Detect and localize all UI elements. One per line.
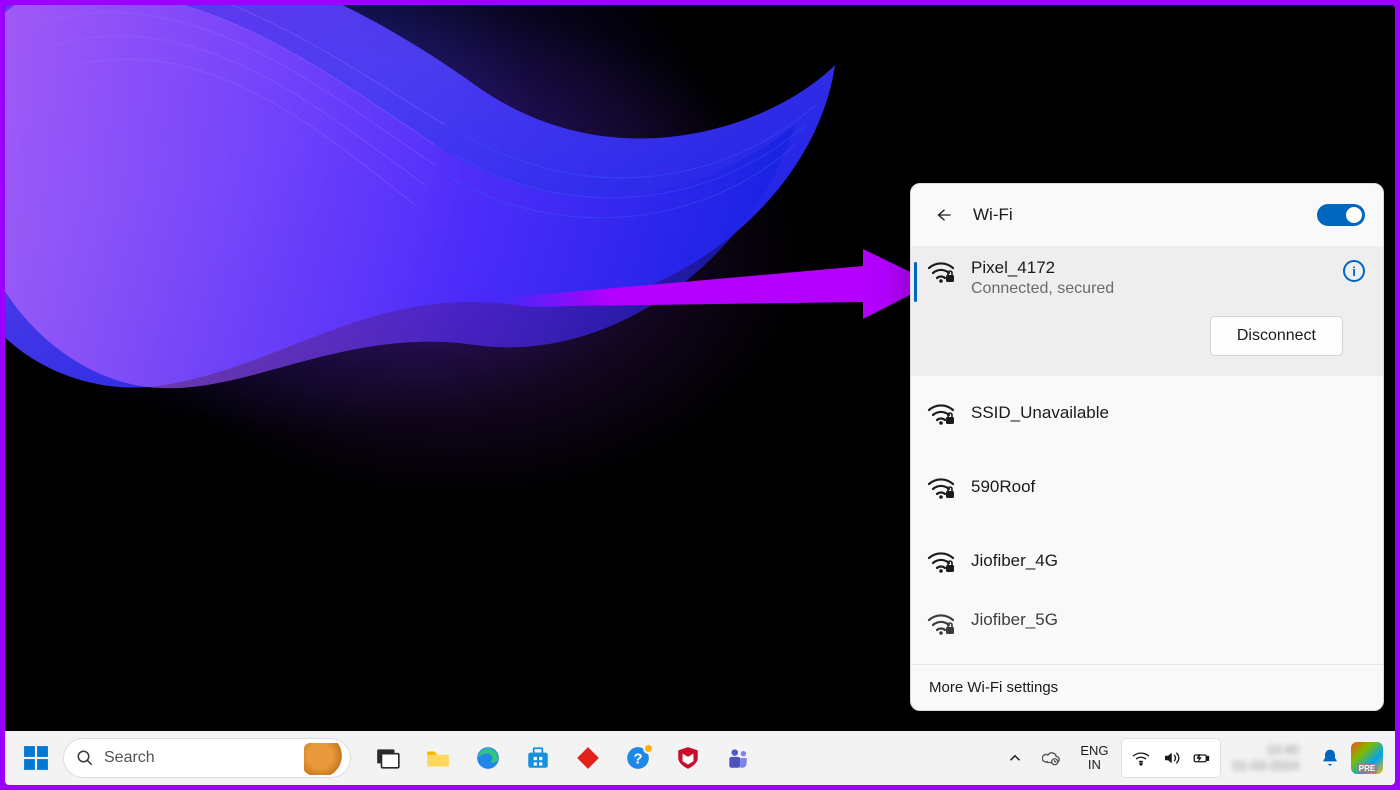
network-name: 590Roof [971, 477, 1365, 497]
wifi-network-item[interactable]: Jiofiber_4G [911, 524, 1383, 598]
app-button-red[interactable] [565, 738, 611, 778]
start-button[interactable] [13, 738, 59, 778]
file-explorer-button[interactable] [415, 738, 461, 778]
wifi-panel-title: Wi-Fi [973, 205, 1013, 225]
taskbar-search[interactable]: Search [63, 738, 351, 778]
windows-logo-icon [23, 745, 49, 771]
search-highlight-icon [304, 743, 344, 775]
wifi-panel-header: Wi-Fi [911, 184, 1383, 246]
taskbar-system-tray: ENG IN 10:40 01-03-2024 PRE [998, 738, 1383, 778]
teams-icon [725, 745, 751, 771]
notifications-button[interactable] [1311, 738, 1349, 778]
network-name: Pixel_4172 [971, 258, 1343, 278]
preview-badge: PRE [1357, 764, 1377, 773]
wifi-toggle[interactable] [1317, 204, 1365, 226]
more-wifi-settings-link[interactable]: More Wi-Fi settings [911, 664, 1383, 710]
store-icon [525, 745, 551, 771]
wifi-network-connected[interactable]: Pixel_4172 Connected, secured Disconnect… [911, 246, 1383, 376]
cloud-sync-icon [1042, 749, 1060, 767]
network-name: Jiofiber_4G [971, 551, 1365, 571]
wifi-network-item[interactable]: Jiofiber_5G [911, 598, 1383, 648]
wifi-secured-icon [927, 476, 955, 500]
search-icon [76, 749, 94, 767]
wifi-network-item[interactable]: 590Roof [911, 450, 1383, 524]
arrow-left-icon [934, 206, 952, 224]
diamond-icon [575, 745, 601, 771]
chevron-up-icon [1006, 749, 1024, 767]
clock-date: 01-03-2024 [1233, 758, 1300, 774]
network-properties-button[interactable]: i [1343, 260, 1365, 282]
wifi-flyout-panel: Wi-Fi Pixel_4172 Connected, [910, 183, 1384, 711]
language-indicator[interactable]: ENG IN [1070, 738, 1118, 778]
microsoft-store-button[interactable] [515, 738, 561, 778]
svg-text:?: ? [633, 750, 642, 767]
info-icon: i [1352, 264, 1356, 279]
wifi-secured-icon [927, 612, 955, 636]
wifi-secured-icon [927, 402, 955, 426]
battery-icon [1192, 749, 1210, 767]
taskbar-pinned-apps: ? [365, 738, 761, 778]
wifi-secured-icon [927, 260, 955, 284]
copilot-preview-button[interactable]: PRE [1351, 742, 1383, 774]
mcafee-button[interactable] [665, 738, 711, 778]
network-status: Connected, secured [971, 280, 1343, 298]
quick-settings-button[interactable] [1121, 738, 1221, 778]
language-region: IN [1088, 758, 1101, 772]
edge-icon [475, 745, 501, 771]
wallpaper-ribbon [5, 5, 855, 445]
task-view-icon [375, 745, 401, 771]
volume-icon [1162, 749, 1180, 767]
task-view-button[interactable] [365, 738, 411, 778]
bell-icon [1320, 748, 1340, 768]
notification-dot-icon [643, 743, 654, 754]
onedrive-tray-button[interactable] [1034, 738, 1068, 778]
wifi-network-list[interactable]: Pixel_4172 Connected, secured Disconnect… [911, 246, 1383, 664]
network-name: SSID_Unavailable [971, 403, 1365, 423]
mcafee-shield-icon [675, 745, 701, 771]
language-code: ENG [1080, 744, 1108, 758]
folder-icon [425, 745, 451, 771]
wifi-secured-icon [927, 550, 955, 574]
wifi-network-item[interactable]: SSID_Unavailable [911, 376, 1383, 450]
taskbar-clock[interactable]: 10:40 01-03-2024 [1223, 738, 1310, 778]
edge-button[interactable] [465, 738, 511, 778]
clock-time: 10:40 [1266, 742, 1299, 758]
network-name: Jiofiber_5G [971, 610, 1365, 630]
tray-overflow-button[interactable] [998, 738, 1032, 778]
teams-button[interactable] [715, 738, 761, 778]
back-button[interactable] [927, 199, 959, 231]
get-help-button[interactable]: ? [615, 738, 661, 778]
taskbar: Search ? [5, 731, 1395, 785]
search-placeholder: Search [104, 749, 155, 767]
annotation-arrow [503, 249, 933, 329]
wifi-icon [1132, 749, 1150, 767]
disconnect-button[interactable]: Disconnect [1210, 316, 1343, 356]
